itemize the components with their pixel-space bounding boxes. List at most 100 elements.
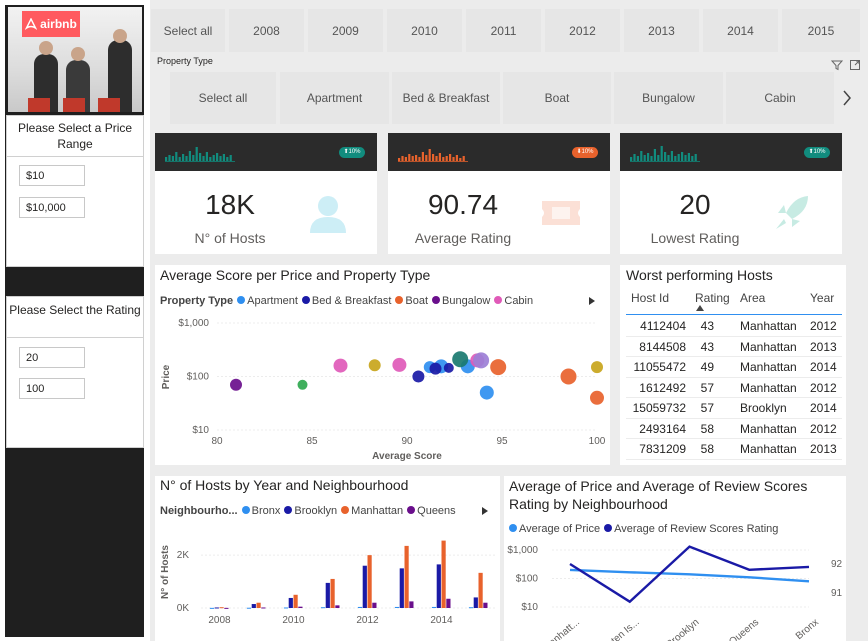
y-tick-label: 2K: [177, 550, 190, 561]
year-tab-2015[interactable]: 2015: [782, 9, 860, 52]
spark-bar: [188, 151, 191, 161]
spark-bar: [452, 157, 455, 161]
table-row[interactable]: 1612492 57 Manhattan 2012: [626, 378, 842, 398]
data-point: [412, 370, 425, 383]
column-header-year[interactable]: Year: [810, 291, 834, 305]
cell-year: 2013: [810, 339, 837, 354]
year-tab-select-all[interactable]: Select all: [151, 9, 225, 52]
spark-bar: [171, 156, 174, 161]
spark-bar: [684, 155, 687, 161]
ticket-icon: [542, 201, 580, 225]
rating-min-input[interactable]: 20: [19, 347, 85, 368]
bar: [246, 607, 252, 609]
chair: [28, 98, 50, 112]
spark-bar: [398, 158, 401, 161]
year-tab-2013[interactable]: 2013: [624, 9, 699, 52]
column-header-area[interactable]: Area: [740, 291, 765, 305]
spark-bar: [455, 155, 458, 161]
spark-bar: [630, 157, 633, 161]
bar: [446, 598, 451, 608]
rating-slicer-header: Please Select the Rating: [6, 296, 144, 338]
year-tab-2014[interactable]: 2014: [703, 9, 778, 52]
cell-area: Manhattan: [740, 339, 797, 354]
price-slicer-title: Please Select a Price Range: [17, 121, 133, 151]
column-header-host-id[interactable]: Host Id: [631, 291, 669, 305]
kpi-label: Average Rating: [414, 230, 512, 246]
spark-bar: [650, 156, 653, 161]
property-tab-cabin[interactable]: Cabin: [726, 72, 834, 124]
price-max-input[interactable]: $10,000: [19, 197, 85, 218]
property-tab-boat[interactable]: Boat: [503, 72, 611, 124]
table-row[interactable]: 15059732 57 Brooklyn 2014: [626, 398, 842, 419]
spark-bar: [408, 154, 411, 161]
kpi-label: Lowest Rating: [650, 230, 740, 246]
spark-bar: [205, 152, 208, 161]
property-tab-select-all[interactable]: Select all: [170, 72, 276, 124]
trend-badge: ⬆10%: [804, 147, 830, 158]
cell-host-id: 4112404: [640, 319, 686, 333]
spark-bar: [175, 152, 178, 161]
data-point: [230, 378, 242, 391]
cell-area: Manhattan: [740, 319, 797, 333]
data-point: [429, 362, 442, 375]
y-tick-label: $100: [187, 372, 210, 383]
spark-bar: [438, 153, 441, 161]
property-tab-bungalow[interactable]: Bungalow: [614, 72, 723, 124]
spark-bar: [421, 152, 424, 161]
y-tick-label-right: 91: [831, 588, 843, 599]
spark-bar: [212, 155, 215, 161]
table-row[interactable]: 7831209 58 Manhattan 2013: [626, 439, 842, 460]
x-tick-label: Manhatt...: [541, 617, 582, 641]
x-tick-label: 2014: [430, 615, 453, 626]
column-header-rating[interactable]: Rating: [695, 291, 730, 305]
spark-bar: [202, 156, 205, 161]
airbnb-symbol-icon: [25, 18, 38, 30]
property-tab-apartment[interactable]: Apartment: [280, 72, 389, 124]
cell-year: 2012: [810, 319, 837, 333]
property-tab-bed-breakfast[interactable]: Bed & Breakfast: [392, 72, 500, 124]
cell-area: Manhattan: [740, 380, 797, 395]
kpi-card-hosts: ⬆10% 18K N° of Hosts: [155, 133, 377, 254]
bar: [293, 594, 298, 608]
spark-bar: [199, 153, 202, 161]
year-tab-2010[interactable]: 2010: [387, 9, 462, 52]
cell-rating: 57: [700, 380, 714, 395]
y-tick-label: $10: [521, 602, 538, 613]
x-tick-label: Brooklyn: [665, 617, 702, 641]
table-row[interactable]: 11055472 49 Manhattan 2014: [626, 357, 842, 378]
filter-icon[interactable]: [831, 59, 843, 71]
bar: [367, 555, 372, 608]
spark-bar: [185, 156, 188, 161]
chevron-right-icon[interactable]: [841, 89, 853, 107]
bar: [483, 602, 488, 608]
bar: [357, 606, 363, 608]
y-tick-label: 0K: [177, 603, 190, 614]
bar: [251, 604, 256, 608]
year-tab-2009[interactable]: 2009: [308, 9, 383, 52]
price-slicer: $10 $10,000: [6, 156, 144, 267]
table-row[interactable]: 2493164 58 Manhattan 2012: [626, 419, 842, 439]
spark-bar: [401, 156, 404, 161]
year-tab-2011[interactable]: 2011: [466, 9, 541, 52]
y-tick-label: $1,000: [178, 318, 209, 329]
person-head: [113, 29, 127, 43]
bar: [335, 605, 340, 608]
series-line: [569, 568, 810, 583]
table-row[interactable]: 8144508 43 Manhattan 2013: [626, 337, 842, 357]
focus-mode-icon[interactable]: [849, 59, 861, 71]
rating-max-input[interactable]: 100: [19, 378, 85, 399]
hosts-bar-panel: N° of Hosts by Year and Neighbourhood Ne…: [155, 476, 500, 641]
bar: [330, 578, 335, 608]
cell-host-id: 2493164: [639, 421, 686, 436]
year-tab-2008[interactable]: 2008: [229, 9, 304, 52]
table-row[interactable]: 4112404 43 Manhattan 2012: [626, 316, 842, 337]
spark-bar: [442, 157, 445, 161]
x-tick-label: 95: [496, 436, 508, 447]
bar: [261, 607, 266, 609]
spark-bar: [168, 155, 171, 161]
spark-bar: [670, 151, 673, 161]
cell-host-id: 8144508: [639, 339, 686, 354]
year-tab-2012[interactable]: 2012: [545, 9, 620, 52]
price-min-input[interactable]: $10: [19, 165, 85, 186]
cell-year: 2013: [810, 442, 837, 456]
